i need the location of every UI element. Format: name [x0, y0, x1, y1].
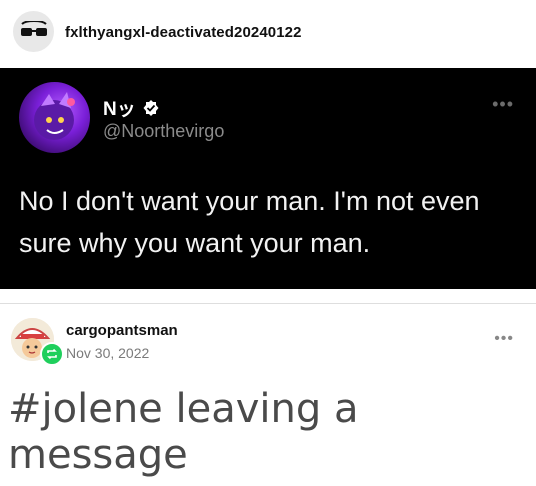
tweet-avatar: [19, 82, 90, 153]
tweet-text: No I don't want your man. I'm not even s…: [19, 186, 480, 258]
reblog-icon: [40, 342, 64, 366]
sunglasses-avatar-icon: [20, 20, 47, 36]
reblog-content-text: #jolene leaving a message: [8, 386, 359, 478]
post-author-name[interactable]: fxlthyangxl-deactivated20240122: [65, 24, 302, 41]
tweet-screenshot: Nッ @Noorthevirgo ••• No I don't want you…: [0, 68, 536, 289]
ellipsis-icon[interactable]: •••: [494, 330, 514, 348]
author-avatar[interactable]: [13, 11, 54, 52]
verified-badge-icon: [143, 99, 159, 116]
ellipsis-icon: •••: [492, 94, 514, 114]
post-divider: [0, 303, 536, 304]
tweet-handle: @Noorthevirgo: [103, 121, 225, 141]
character-avatar-icon: [34, 92, 75, 140]
reblog-arrows-icon: [47, 348, 57, 360]
tweet-display-name: Nッ: [103, 94, 160, 121]
tweet-display-name-text: Nッ: [103, 99, 136, 120]
post-header: fxlthyangxl-deactivated20240122: [0, 0, 536, 68]
reblog-author-name[interactable]: cargopantsman: [66, 322, 178, 339]
reblog-date[interactable]: Nov 30, 2022: [66, 345, 149, 361]
